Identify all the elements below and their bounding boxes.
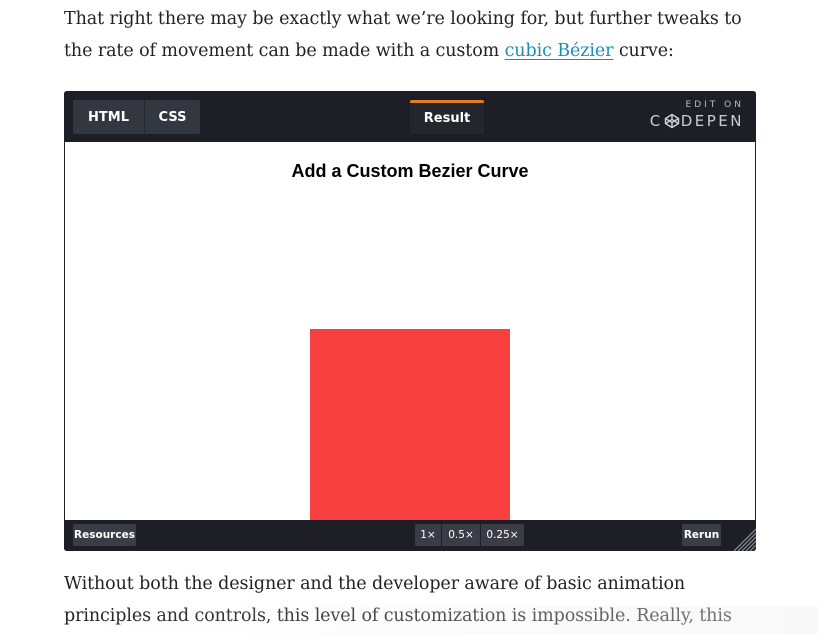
tab-css[interactable]: CSS — [144, 100, 200, 134]
result-pane: Add a Custom Bezier Curve — [65, 142, 755, 520]
resize-handle-icon[interactable] — [732, 527, 756, 551]
cubic-bezier-link[interactable]: cubic Bézier — [505, 41, 614, 61]
result-heading: Add a Custom Bezier Curve — [291, 161, 529, 181]
bottom-fade — [58, 606, 818, 634]
embed-header: HTML CSS Result EDIT ON C DEPEN — [64, 91, 756, 142]
tab-result[interactable]: Result — [410, 100, 484, 134]
edit-on-label: EDIT ON — [685, 100, 744, 110]
resources-button[interactable]: Resources — [73, 524, 136, 546]
intro-text-end: curve: — [613, 41, 674, 61]
tab-html[interactable]: HTML — [73, 100, 144, 134]
codepen-embed: HTML CSS Result EDIT ON C DEPEN Add a Cu… — [64, 91, 756, 551]
codepen-logo: C DEPEN — [650, 112, 744, 130]
codepen-logo-c: C — [649, 112, 663, 130]
codepen-logo-rest: DEPEN — [680, 112, 744, 130]
codepen-cube-icon — [664, 113, 679, 129]
zoom-0-5x-button[interactable]: 0.5× — [442, 524, 480, 546]
embed-footer: Resources 1× 0.5× 0.25× Rerun — [64, 520, 756, 551]
zoom-0-25x-button[interactable]: 0.25× — [481, 524, 524, 546]
zoom-1x-button[interactable]: 1× — [415, 524, 441, 546]
rerun-button[interactable]: Rerun — [682, 524, 721, 546]
edit-on-codepen-link[interactable]: EDIT ON C DEPEN — [650, 100, 744, 130]
animated-red-box — [310, 329, 510, 520]
intro-paragraph: That right there may be exactly what we’… — [64, 3, 764, 67]
